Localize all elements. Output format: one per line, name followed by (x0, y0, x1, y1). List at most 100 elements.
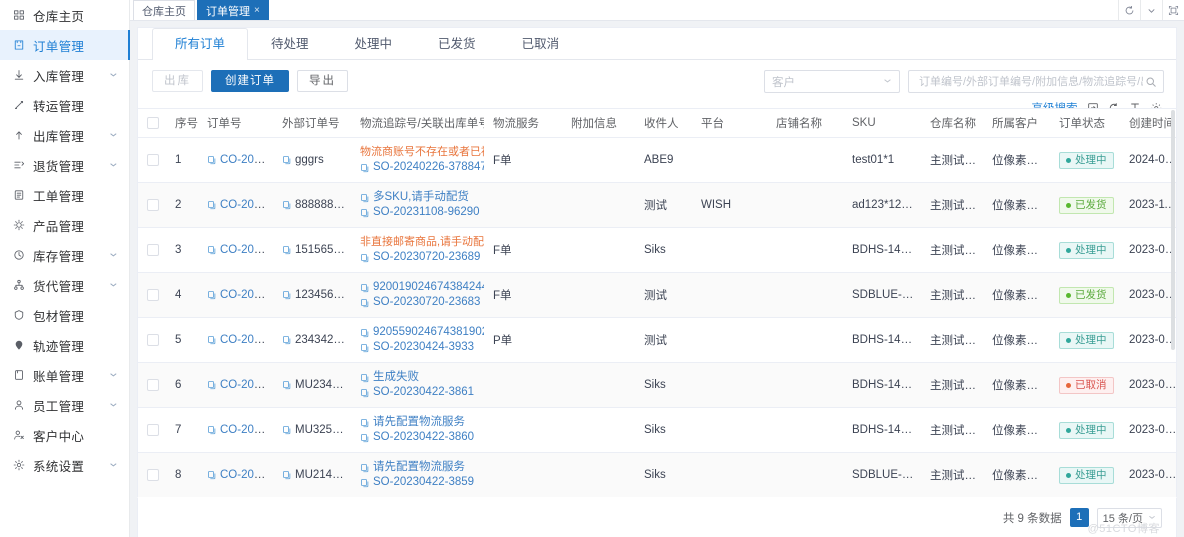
filter-tab-2[interactable]: 处理中 (332, 28, 416, 59)
cell-ext-order-no[interactable]: 15156545... (273, 228, 351, 273)
chevron-down-icon[interactable] (1140, 0, 1162, 20)
copy-icon[interactable] (207, 425, 217, 435)
sidebar-item-3[interactable]: 转运管理 (0, 90, 129, 120)
copy-icon[interactable] (282, 200, 292, 210)
copy-icon[interactable] (207, 290, 217, 300)
copy-icon[interactable] (282, 335, 292, 345)
cell-ext-order-no[interactable]: MU234t34... (273, 363, 351, 408)
copy-icon[interactable] (360, 433, 370, 443)
cell-ext-order-no[interactable]: MU214235... (273, 453, 351, 498)
row-checkbox[interactable] (147, 154, 159, 166)
chevron-down-icon[interactable] (108, 280, 121, 291)
pagination-page-1[interactable]: 1 (1070, 508, 1089, 527)
sidebar-item-2[interactable]: 入库管理 (0, 60, 129, 90)
sidebar-item-5[interactable]: 退货管理 (0, 150, 129, 180)
table-row[interactable]: 6CO-20230...MU234t34...生成失败SO-20230422-3… (138, 363, 1176, 408)
copy-icon[interactable] (282, 380, 292, 390)
copy-icon[interactable] (360, 193, 370, 203)
cell-ext-order-no[interactable]: 88888888 (273, 183, 351, 228)
cell-ext-order-no[interactable]: 23434234 (273, 318, 351, 363)
cell-order-no[interactable]: CO-20230... (198, 408, 273, 453)
copy-icon[interactable] (207, 200, 217, 210)
row-checkbox[interactable] (147, 469, 159, 481)
copy-icon[interactable] (207, 380, 217, 390)
export-button[interactable]: 导出 (297, 70, 348, 92)
cell-order-no[interactable]: CO-20230... (198, 453, 273, 498)
sidebar-item-1[interactable]: 订单管理 (0, 30, 129, 60)
copy-icon[interactable] (282, 290, 292, 300)
copy-icon[interactable] (360, 343, 370, 353)
filter-tab-0[interactable]: 所有订单 (152, 28, 248, 60)
close-icon[interactable]: × (254, 5, 260, 16)
cell-order-no[interactable]: CO-20231... (198, 183, 273, 228)
cell-ext-order-no[interactable]: MU325346... (273, 408, 351, 453)
row-checkbox[interactable] (147, 289, 159, 301)
select-all-checkbox[interactable] (147, 117, 159, 129)
window-tab-0[interactable]: 仓库主页 (133, 0, 195, 20)
chevron-down-icon[interactable] (108, 70, 121, 81)
chevron-down-icon[interactable] (108, 160, 121, 171)
row-checkbox[interactable] (147, 199, 159, 211)
sidebar-item-10[interactable]: 包材管理 (0, 300, 129, 330)
refresh-icon[interactable] (1118, 0, 1140, 20)
customer-select[interactable]: 客户 (764, 70, 900, 93)
table-row[interactable]: 1CO-20240...gggrs物流商账号不存在或者已被...SO-20240… (138, 138, 1176, 183)
sidebar-item-12[interactable]: 账单管理 (0, 360, 129, 390)
scrollbar-thumb[interactable] (1171, 110, 1175, 350)
copy-icon[interactable] (360, 283, 370, 293)
sidebar-item-9[interactable]: 货代管理 (0, 270, 129, 300)
copy-icon[interactable] (360, 373, 370, 383)
copy-icon[interactable] (360, 418, 370, 428)
table-row[interactable]: 3CO-20230...15156545...非直接邮寄商品,请手动配货SO-2… (138, 228, 1176, 273)
chevron-down-icon[interactable] (108, 460, 121, 471)
sidebar-item-4[interactable]: 出库管理 (0, 120, 129, 150)
filter-tab-3[interactable]: 已发货 (415, 28, 499, 59)
cell-ext-order-no[interactable]: 12345600... (273, 273, 351, 318)
table-row[interactable]: 7CO-20230...MU325346...请先配置物流服务SO-202304… (138, 408, 1176, 453)
copy-icon[interactable] (282, 245, 292, 255)
search-input[interactable] (917, 75, 1145, 89)
row-checkbox[interactable] (147, 424, 159, 436)
search-box[interactable] (908, 70, 1164, 93)
chevron-down-icon[interactable] (108, 130, 121, 141)
chevron-down-icon[interactable] (108, 400, 121, 411)
sidebar-item-14[interactable]: 客户中心 (0, 420, 129, 450)
filter-tab-4[interactable]: 已取消 (499, 28, 583, 59)
sidebar-item-13[interactable]: 员工管理 (0, 390, 129, 420)
copy-icon[interactable] (360, 298, 370, 308)
copy-icon[interactable] (207, 245, 217, 255)
sidebar-item-0[interactable]: 仓库主页 (0, 0, 129, 30)
row-checkbox[interactable] (147, 244, 159, 256)
chevron-down-icon[interactable] (108, 370, 121, 381)
sidebar-item-7[interactable]: 产品管理 (0, 210, 129, 240)
sidebar-item-6[interactable]: 工单管理 (0, 180, 129, 210)
table-scrollbar[interactable] (1171, 108, 1176, 497)
copy-icon[interactable] (207, 470, 217, 480)
cell-ext-order-no[interactable]: gggrs (273, 138, 351, 183)
cell-order-no[interactable]: CO-20230... (198, 273, 273, 318)
sidebar-item-15[interactable]: 系统设置 (0, 450, 129, 480)
search-icon[interactable] (1145, 76, 1157, 88)
copy-icon[interactable] (360, 253, 370, 263)
cell-order-no[interactable]: CO-20240... (198, 138, 273, 183)
fullscreen-icon[interactable] (1162, 0, 1184, 20)
copy-icon[interactable] (282, 155, 292, 165)
chevron-down-icon[interactable] (108, 250, 121, 261)
copy-icon[interactable] (360, 328, 370, 338)
create-order-button[interactable]: 创建订单 (211, 70, 289, 92)
copy-icon[interactable] (360, 208, 370, 218)
copy-icon[interactable] (207, 155, 217, 165)
copy-icon[interactable] (360, 478, 370, 488)
copy-icon[interactable] (282, 425, 292, 435)
filter-tab-1[interactable]: 待处理 (248, 28, 332, 59)
copy-icon[interactable] (360, 388, 370, 398)
cell-order-no[interactable]: CO-20230... (198, 318, 273, 363)
window-tab-1[interactable]: 订单管理× (197, 0, 269, 20)
cell-order-no[interactable]: CO-20230... (198, 228, 273, 273)
copy-icon[interactable] (360, 463, 370, 473)
sidebar-item-11[interactable]: 轨迹管理 (0, 330, 129, 360)
table-row[interactable]: 2CO-20231...88888888多SKU,请手动配货SO-2023110… (138, 183, 1176, 228)
cell-order-no[interactable]: CO-20230... (198, 363, 273, 408)
table-row[interactable]: 5CO-20230...2343423492055902467438190258… (138, 318, 1176, 363)
sidebar-item-8[interactable]: 库存管理 (0, 240, 129, 270)
